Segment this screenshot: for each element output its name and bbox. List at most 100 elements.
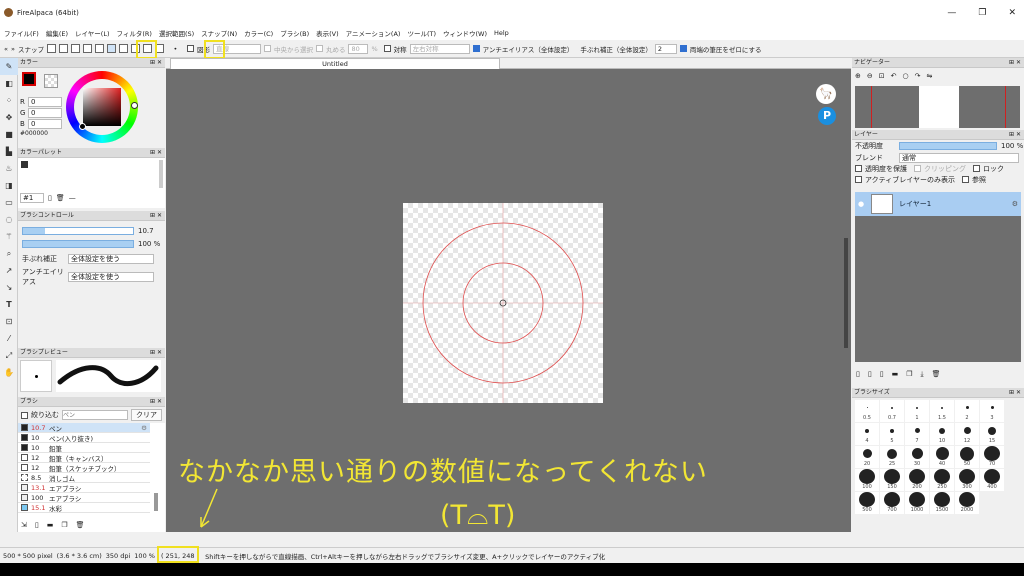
hand-tool-icon[interactable]: ✋ (0, 364, 18, 381)
new-layer-icon[interactable]: ▯ (856, 370, 860, 379)
brush-size-cell[interactable]: 700 (880, 492, 904, 514)
prev-icon[interactable]: « (4, 45, 8, 53)
brush-size-cell[interactable]: 70 (980, 446, 1004, 468)
hue-handle[interactable] (131, 102, 138, 109)
eraser-tool-icon[interactable]: ◧ (0, 75, 18, 92)
brush-size-cell[interactable]: 1000 (905, 492, 929, 514)
patreon-icon[interactable]: P (818, 107, 836, 125)
menu-layer[interactable]: レイヤー(L) (75, 28, 110, 38)
stabilizer-select[interactable]: 2 (654, 43, 677, 54)
menu-animation[interactable]: アニメーション(A) (346, 28, 401, 38)
brush-size-cell[interactable]: 500 (855, 492, 879, 514)
color-wheel[interactable] (66, 71, 138, 143)
brush-size-cell[interactable]: 250 (930, 469, 954, 491)
brush-size-cell[interactable]: 150 (880, 469, 904, 491)
zoom-in-icon[interactable]: ⊕ (855, 72, 861, 80)
menu-view[interactable]: 表示(V) (316, 28, 339, 38)
round-checkbox[interactable] (315, 45, 323, 52)
brush-filter-clear-button[interactable]: クリア (131, 409, 162, 421)
brush-opacity-slider[interactable] (22, 240, 134, 248)
menu-snap[interactable]: スナップ(N) (201, 28, 237, 38)
brush-size-cell[interactable]: 1.5 (930, 400, 954, 422)
brush-delete-icon[interactable]: 🗑 (76, 521, 85, 529)
navigator-preview[interactable] (855, 86, 1020, 128)
pen-tool-icon[interactable]: ✎ (0, 58, 18, 75)
menu-tool[interactable]: ツール(T) (407, 28, 436, 38)
snap-circle-icon[interactable] (106, 44, 116, 53)
flip-icon[interactable]: ⇋ (926, 72, 932, 80)
brush-item[interactable]: 12 鉛筆（キャンバス） (18, 453, 150, 463)
palette-delete-icon[interactable]: 🗑 (56, 194, 65, 202)
pin-icon[interactable]: ⊞ ✕ (150, 148, 162, 158)
layer-visibility-icon[interactable]: ● (855, 200, 867, 208)
brush-item[interactable]: 10 鉛筆 (18, 443, 150, 453)
brush-settings-icon[interactable]: ⇲ (21, 521, 27, 529)
brush-size-cell[interactable]: 7 (905, 423, 929, 445)
palette-scrollbar[interactable] (159, 160, 163, 188)
layer-gear-icon[interactable]: ⚙ (1012, 200, 1018, 208)
brush-item[interactable]: 10.7 ペン ⚙ (18, 423, 150, 433)
reference-checkbox[interactable] (962, 176, 970, 183)
brush-antialias-select[interactable]: 全体設定を使う (68, 272, 154, 282)
document-canvas[interactable] (403, 203, 603, 403)
brush-size-cell[interactable]: 400 (980, 469, 1004, 491)
bucket-tool-icon[interactable]: ♨ (0, 160, 18, 177)
brush-item[interactable]: 10 ペン(入り抜き) (18, 433, 150, 443)
protect-alpha-checkbox[interactable] (855, 165, 862, 172)
minimize-button[interactable]: — (947, 8, 956, 18)
zoom-tool-icon[interactable]: ⌕ (0, 245, 18, 262)
layer-blend-select[interactable]: 通常 (899, 152, 1019, 163)
pin-icon[interactable]: ⊞ ✕ (1009, 388, 1021, 398)
palette-menu-icon[interactable]: — (69, 194, 76, 202)
select-tool-icon[interactable]: ▭ (0, 194, 18, 211)
brush-size-cell[interactable]: 30 (905, 446, 929, 468)
pin-icon[interactable]: ⊞ ✕ (150, 397, 162, 407)
menu-edit[interactable]: 編集(E) (46, 28, 68, 38)
rotate-reset-icon[interactable]: ○ (903, 72, 909, 80)
palette-swatch[interactable] (21, 161, 28, 168)
brush-size-cell[interactable]: 0.5 (855, 400, 879, 422)
duplicate-layer-icon[interactable]: ❐ (906, 370, 912, 379)
brush-size-cell[interactable]: 12 (955, 423, 979, 445)
new-8bit-layer-icon[interactable]: ▯ (868, 370, 872, 379)
brush-size-cell[interactable]: 1 (905, 400, 929, 422)
frame-tool-icon[interactable]: ⊡ (0, 313, 18, 330)
pin-icon[interactable]: ⊞ ✕ (150, 211, 162, 221)
text-tool-icon[interactable]: T (0, 296, 18, 313)
brush-filter-input[interactable] (62, 410, 128, 420)
brush-size-slider[interactable] (22, 227, 134, 235)
pin-icon[interactable]: ⊞ ✕ (1009, 58, 1021, 68)
brush-size-cell[interactable]: 20 (855, 446, 879, 468)
pin-icon[interactable]: ⊞ ✕ (150, 58, 162, 68)
select-pen-icon[interactable]: ↗ (0, 262, 18, 279)
brush-size-cell[interactable]: 100 (855, 469, 879, 491)
brush-filter-checkbox[interactable] (21, 411, 28, 419)
palette-add-icon[interactable]: ▯ (48, 194, 52, 202)
pin-icon[interactable]: ⊞ ✕ (150, 348, 162, 358)
eyedropper-tool-icon[interactable]: ⤢ (0, 347, 18, 364)
restore-button[interactable]: ❐ (978, 8, 986, 18)
symmetry-mode-select[interactable]: 左右対称 (409, 43, 470, 54)
round-value-field[interactable]: 80 (348, 43, 369, 54)
palette-set-select[interactable]: #1 (20, 193, 44, 203)
brush-size-cell[interactable]: 40 (930, 446, 954, 468)
snap-parallel-icon[interactable] (58, 44, 68, 53)
brush-size-cell[interactable]: 2000 (955, 492, 979, 514)
brush-size-cell[interactable]: 50 (955, 446, 979, 468)
layer-item[interactable]: ● レイヤー1 ⚙ (855, 192, 1021, 216)
brush-size-cell[interactable]: 25 (880, 446, 904, 468)
brush-size-cell[interactable]: 3 (980, 400, 1004, 422)
snap-curve-icon[interactable] (118, 44, 128, 53)
canvas-scrollbar[interactable] (844, 238, 848, 348)
sv-handle[interactable] (79, 123, 86, 130)
alpaca-icon[interactable]: 🦙 (816, 84, 836, 104)
saturation-value-square[interactable] (83, 88, 121, 126)
clipping-checkbox[interactable] (914, 165, 921, 172)
brush-tool-icon[interactable]: ⁄ (0, 330, 18, 347)
menu-select[interactable]: 選択範囲(S) (159, 28, 194, 38)
brush-size-cell[interactable]: 2 (955, 400, 979, 422)
brush-item[interactable]: 13.1 エアブラシ (18, 483, 150, 493)
menu-file[interactable]: ファイル(F) (4, 28, 39, 38)
new-1bit-layer-icon[interactable]: ▯ (880, 370, 884, 379)
zoom-out-icon[interactable]: ⊖ (867, 72, 873, 80)
